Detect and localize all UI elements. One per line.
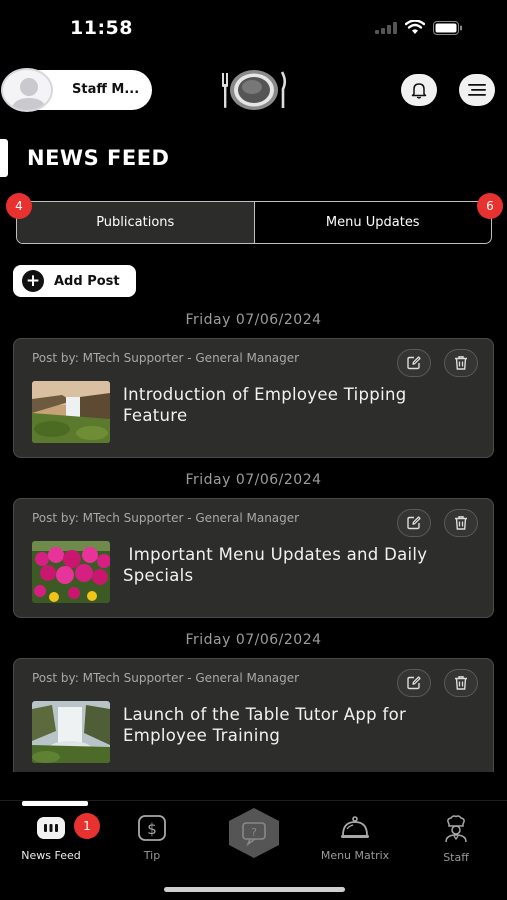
- trash-icon: [455, 356, 467, 370]
- page-title: NEWS FEED: [27, 146, 170, 170]
- trash-icon: [455, 676, 467, 690]
- delete-post-button[interactable]: [444, 509, 478, 537]
- post-thumbnail: [32, 541, 110, 603]
- post-date: Friday 07/06/2024: [185, 632, 322, 648]
- tab-label: Menu Updates: [325, 215, 420, 230]
- menu-button[interactable]: [459, 74, 495, 106]
- plus-icon: +: [22, 270, 44, 292]
- post-title: Important Menu Updates and Daily Special…: [123, 545, 433, 585]
- staff-profile-button[interactable]: Staff M...: [1, 68, 152, 112]
- nav-label: Staff: [443, 851, 469, 864]
- post-author: Post by: MTech Supporter - General Manag…: [32, 671, 300, 685]
- signal-icon: [375, 21, 397, 34]
- svg-text:?: ?: [251, 826, 257, 839]
- battery-icon: [433, 20, 462, 35]
- menu-updates-count-badge: 6: [477, 193, 503, 219]
- hamburger-menu-icon: [468, 84, 486, 96]
- tab-publications[interactable]: Publications: [17, 202, 255, 243]
- svg-text:$: $: [147, 820, 157, 838]
- nav-news-feed[interactable]: News Feed 1: [6, 813, 100, 862]
- pink-flowers-photo: [32, 541, 110, 603]
- nav-menu-matrix[interactable]: Menu Matrix: [310, 815, 400, 862]
- news-feed-list[interactable]: Friday 07/06/2024 Post by: MTech Support…: [0, 300, 507, 772]
- nav-staff[interactable]: Staff: [411, 815, 501, 864]
- wifi-icon: [405, 20, 425, 34]
- top-bar: Staff M...: [0, 68, 507, 112]
- plate-fork-knife-icon: [222, 70, 287, 110]
- nav-tip[interactable]: $ Tip: [107, 815, 197, 862]
- trash-icon: [455, 516, 467, 530]
- status-bar: 11:58: [0, 0, 507, 56]
- cloche-icon: [341, 816, 369, 838]
- edit-icon: [407, 356, 421, 370]
- staff-name: Staff M...: [72, 82, 140, 97]
- title-accent-bar: [0, 139, 8, 177]
- nav-label: Tip: [143, 849, 161, 862]
- delete-post-button[interactable]: [444, 349, 478, 377]
- bottom-tab-bar: News Feed 1 $ Tip ? Menu Matrix Staff: [0, 800, 507, 900]
- edit-icon: [407, 676, 421, 690]
- post-date: Friday 07/06/2024: [185, 312, 322, 328]
- add-post-button[interactable]: + Add Post: [13, 265, 136, 297]
- chef-icon: [445, 815, 467, 843]
- post-card[interactable]: Post by: MTech Supporter - General Manag…: [13, 338, 494, 458]
- publications-count-badge: 4: [6, 193, 32, 219]
- avatar: [1, 68, 53, 112]
- edit-post-button[interactable]: [397, 509, 431, 537]
- feed-tabs: Publications Menu Updates 4 6: [6, 193, 503, 244]
- edit-post-button[interactable]: [397, 669, 431, 697]
- post-date: Friday 07/06/2024: [185, 472, 322, 488]
- notifications-button[interactable]: [401, 74, 437, 106]
- post-author: Post by: MTech Supporter - General Manag…: [32, 351, 300, 365]
- status-time: 11:58: [70, 17, 133, 39]
- tab-label: Publications: [96, 215, 175, 230]
- status-icons: [375, 20, 463, 35]
- active-tab-indicator: [22, 801, 88, 806]
- news-feed-badge: 1: [74, 813, 100, 839]
- post-title: Introduction of Employee Tipping Feature: [123, 385, 407, 425]
- post-card[interactable]: Post by: MTech Supporter - General Manag…: [13, 658, 494, 772]
- question-chat-icon: ?: [229, 808, 279, 858]
- user-silhouette-icon: [11, 78, 47, 110]
- home-indicator: [164, 887, 345, 892]
- waterfall-cliff-photo: [32, 381, 110, 443]
- dollar-icon: $: [138, 815, 166, 841]
- bell-icon: [411, 83, 427, 99]
- post-thumbnail: [32, 701, 110, 763]
- edit-post-button[interactable]: [397, 349, 431, 377]
- waterfall-canyon-photo: [32, 701, 110, 763]
- news-feed-icon: [37, 817, 65, 839]
- post-title: Launch of the Table Tutor App for Employ…: [123, 705, 407, 745]
- nav-label: News Feed: [21, 849, 81, 862]
- post-author: Post by: MTech Supporter - General Manag…: [32, 511, 300, 525]
- add-post-label: Add Post: [54, 273, 120, 289]
- help-center-button[interactable]: ?: [226, 807, 282, 859]
- post-card[interactable]: Post by: MTech Supporter - General Manag…: [13, 498, 494, 618]
- delete-post-button[interactable]: [444, 669, 478, 697]
- tab-menu-updates[interactable]: Menu Updates: [255, 202, 492, 243]
- edit-icon: [407, 516, 421, 530]
- nav-label: Menu Matrix: [320, 849, 390, 862]
- post-thumbnail: [32, 381, 110, 443]
